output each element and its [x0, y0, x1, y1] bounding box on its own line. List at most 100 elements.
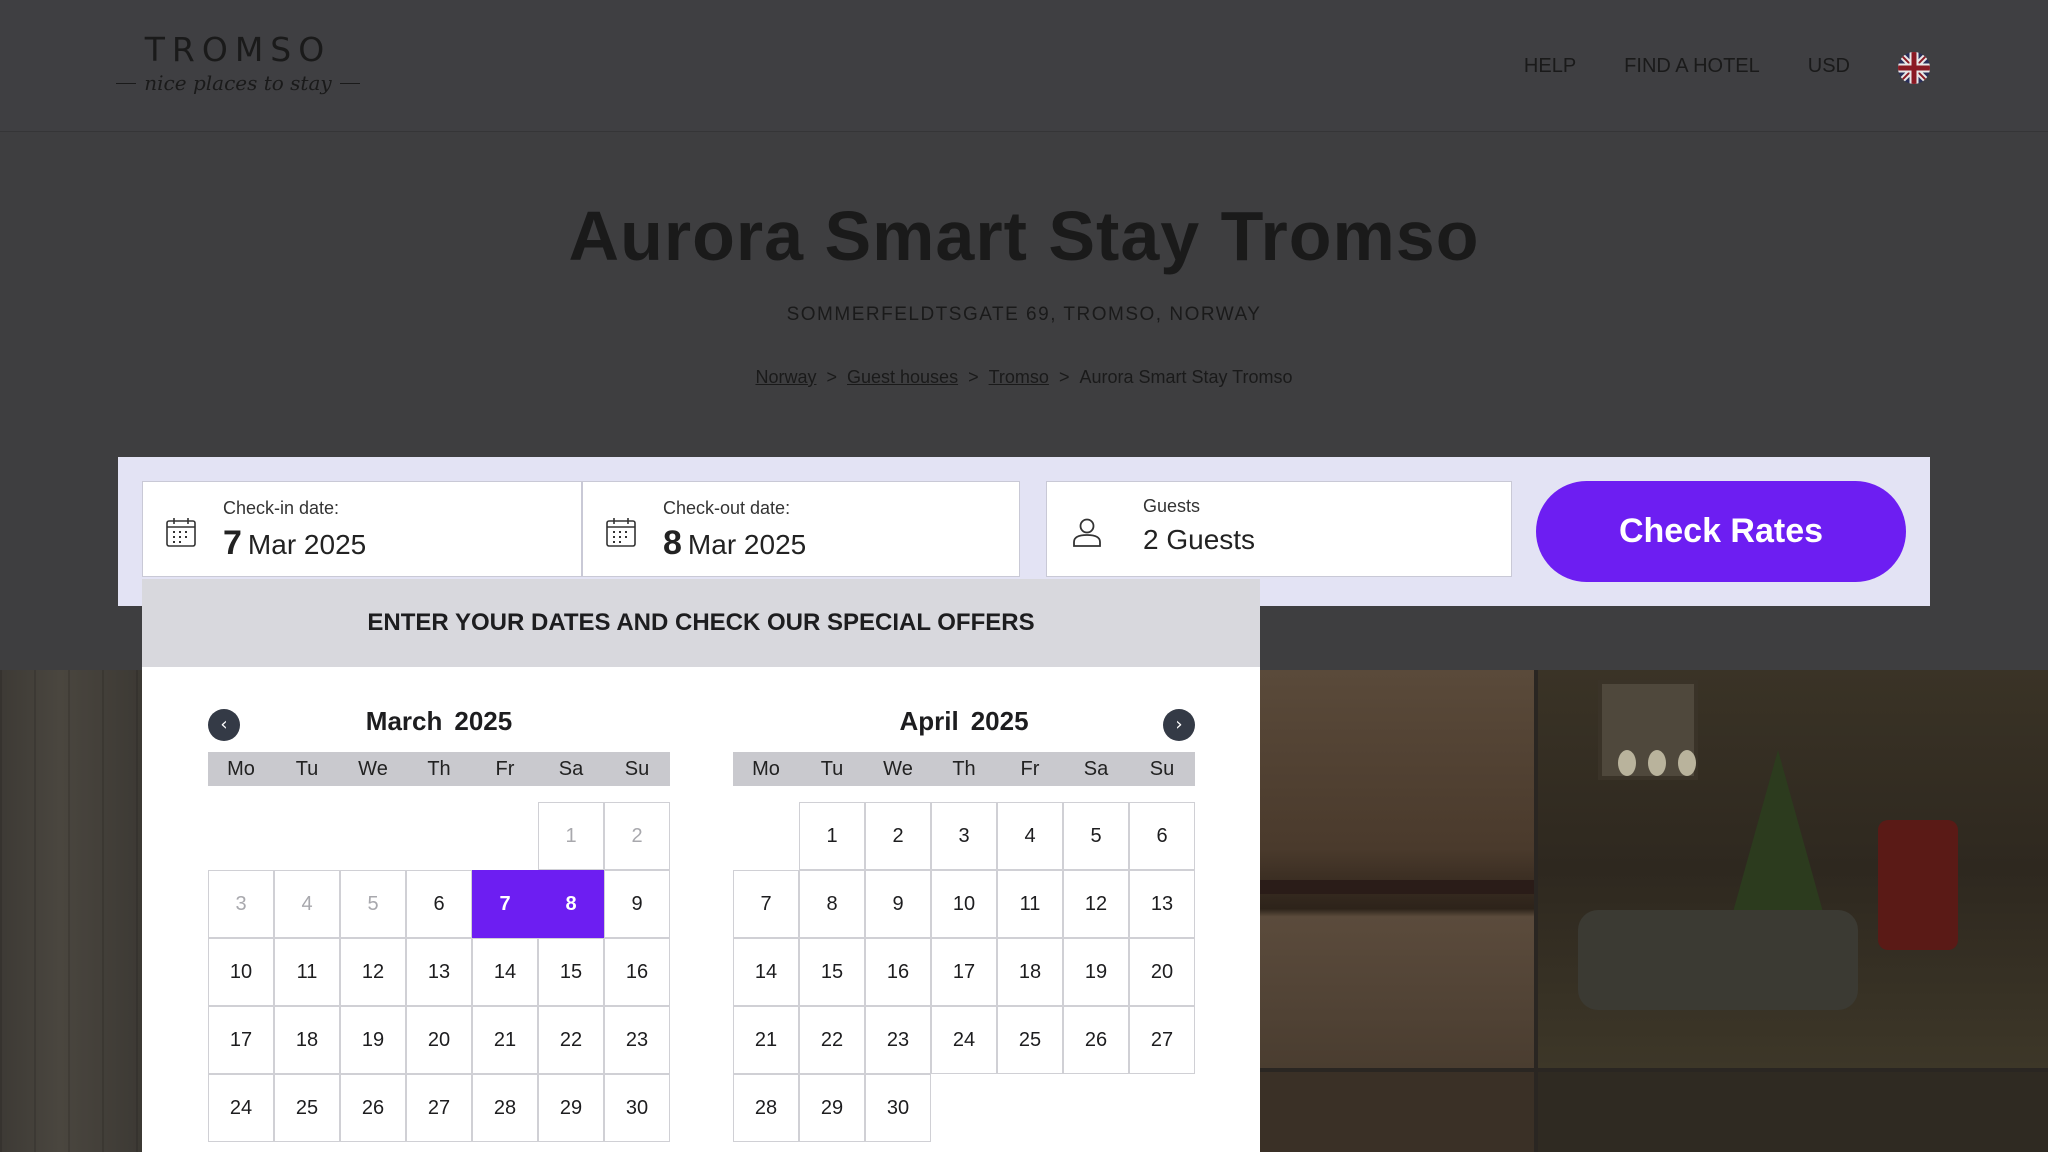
calendar-day[interactable]: 28 — [733, 1074, 799, 1142]
calendar-day[interactable]: 14 — [472, 938, 538, 1006]
site-logo[interactable]: TROMSO nice places to stay — [116, 30, 360, 95]
calendar-day[interactable]: 13 — [406, 938, 472, 1006]
calendar-month-title: April 2025 › — [733, 699, 1195, 743]
ceiling-lamp — [1648, 750, 1666, 776]
weekday-label: Fr — [495, 758, 515, 780]
calendar-day[interactable]: 6 — [406, 870, 472, 938]
calendar-day[interactable]: 2 — [865, 802, 931, 870]
calendar-day[interactable]: 10 — [931, 870, 997, 938]
calendar-day[interactable]: 29 — [538, 1074, 604, 1142]
calendar-day[interactable]: 6 — [1129, 802, 1195, 870]
previous-month-button[interactable]: ‹ — [208, 709, 240, 741]
weekday-label: We — [358, 758, 388, 780]
breadcrumb: Norway > Guest houses > Tromso > Aurora Smart … — [0, 367, 2048, 388]
calendar-day[interactable]: 11 — [274, 938, 340, 1006]
calendar-day: 3 — [208, 870, 274, 938]
calendar-day[interactable]: 24 — [208, 1074, 274, 1142]
check-rates-button[interactable]: Check Rates — [1536, 481, 1906, 582]
checkout-month-year: Mar 2025 — [687, 529, 807, 560]
calendar-day[interactable]: 22 — [799, 1006, 865, 1074]
weekday-label: Mo — [752, 758, 780, 780]
guests-field[interactable]: Guests 2 Guests — [1046, 481, 1512, 577]
weekday-label: Su — [1149, 758, 1175, 780]
calendar-day[interactable]: 11 — [997, 870, 1063, 938]
calendar-day[interactable]: 25 — [997, 1006, 1063, 1074]
calendar-day[interactable]: 7 — [733, 870, 799, 938]
calendar-day[interactable]: 1 — [799, 802, 865, 870]
calendar-day[interactable]: 7 — [472, 870, 538, 938]
checkin-date-field[interactable]: Check-in date: 7 Mar 2025 — [142, 481, 582, 577]
calendar-day[interactable]: 27 — [1129, 1006, 1195, 1074]
gallery-photo-kitchen[interactable] — [1260, 670, 1534, 1068]
calendar-day[interactable]: 10 — [208, 938, 274, 1006]
kitchen-counter — [1260, 880, 1534, 894]
calendar-day[interactable]: 21 — [472, 1006, 538, 1074]
calendar-day[interactable]: 15 — [799, 938, 865, 1006]
calendar-day[interactable]: 30 — [865, 1074, 931, 1142]
calendar-day[interactable]: 25 — [274, 1074, 340, 1142]
month-name: March — [365, 706, 443, 736]
calendar-day[interactable]: 12 — [340, 938, 406, 1006]
calendar-day[interactable]: 19 — [340, 1006, 406, 1074]
checkout-date-field[interactable]: Check-out date: 8 Mar 2025 — [582, 481, 1020, 577]
calendar-day[interactable]: 17 — [931, 938, 997, 1006]
calendar-day[interactable]: 21 — [733, 1006, 799, 1074]
calendar-day[interactable]: 13 — [1129, 870, 1195, 938]
calendar-day[interactable]: 9 — [865, 870, 931, 938]
checkin-day: 7 — [223, 524, 242, 562]
calendar-day[interactable]: 5 — [1063, 802, 1129, 870]
nav-find-hotel-link[interactable]: FIND A HOTEL — [1624, 55, 1760, 78]
calendar-day[interactable]: 18 — [274, 1006, 340, 1074]
calendar-day[interactable]: 16 — [604, 938, 670, 1006]
calendar-day[interactable]: 8 — [799, 870, 865, 938]
calendar-day[interactable]: 18 — [997, 938, 1063, 1006]
checkout-value: 8 Mar 2025 — [663, 524, 806, 563]
gallery-photo-living-room[interactable] — [1538, 670, 2048, 1068]
calendar-day: 5 — [340, 870, 406, 938]
calendar-day[interactable]: 3 — [931, 802, 997, 870]
gallery-photo-main[interactable] — [0, 670, 150, 1152]
gallery-photo-bedroom[interactable] — [1260, 1072, 1534, 1152]
calendar-day[interactable]: 29 — [799, 1074, 865, 1142]
calendar-day[interactable]: 28 — [472, 1074, 538, 1142]
calendar-day[interactable]: 26 — [340, 1074, 406, 1142]
calendar-day[interactable]: 16 — [865, 938, 931, 1006]
calendar-day[interactable]: 20 — [1129, 938, 1195, 1006]
weekday-label: Mo — [227, 758, 255, 780]
calendar-day[interactable]: 23 — [865, 1006, 931, 1074]
checkout-day: 8 — [663, 524, 682, 562]
calendar-day[interactable]: 4 — [997, 802, 1063, 870]
calendar-day[interactable]: 23 — [604, 1006, 670, 1074]
checkin-value: 7 Mar 2025 — [223, 524, 366, 563]
uk-flag-icon[interactable] — [1898, 52, 1930, 84]
currency-selector[interactable]: USD — [1808, 55, 1850, 78]
calendar-day[interactable]: 12 — [1063, 870, 1129, 938]
calendar-day[interactable]: 8 — [538, 870, 604, 938]
guests-label: Guests — [1143, 496, 1201, 516]
calendar-month-right: April 2025 › Mo Tu We Th Fr Sa Su 1234567… — [733, 699, 1195, 1142]
calendar-day[interactable]: 30 — [604, 1074, 670, 1142]
weekday-label: Su — [624, 758, 650, 780]
nav-help-link[interactable]: HELP — [1524, 55, 1576, 78]
calendar-day[interactable]: 14 — [733, 938, 799, 1006]
calendar-day[interactable]: 27 — [406, 1074, 472, 1142]
calendar-day[interactable]: 19 — [1063, 938, 1129, 1006]
breadcrumb-norway[interactable]: Norway — [755, 367, 816, 387]
logo-tagline: nice places to stay — [116, 71, 360, 95]
checkin-month-year: Mar 2025 — [247, 529, 367, 560]
calendar-day[interactable]: 22 — [538, 1006, 604, 1074]
calendar-day[interactable]: 9 — [604, 870, 670, 938]
calendar-day[interactable]: 26 — [1063, 1006, 1129, 1074]
calendar-day[interactable]: 24 — [931, 1006, 997, 1074]
breadcrumb-separator: > — [1058, 367, 1070, 387]
breadcrumb-guest-houses[interactable]: Guest houses — [847, 367, 958, 387]
gallery-photo-room[interactable] — [1538, 1072, 2048, 1152]
breadcrumb-tromso[interactable]: Tromso — [989, 367, 1049, 387]
calendar-day[interactable]: 15 — [538, 938, 604, 1006]
calendar-day[interactable]: 20 — [406, 1006, 472, 1074]
calendar-day[interactable]: 17 — [208, 1006, 274, 1074]
ceiling-lamp — [1618, 750, 1636, 776]
weekday-label: We — [883, 758, 913, 780]
next-month-button[interactable]: › — [1163, 709, 1195, 741]
red-armchair — [1878, 820, 1958, 950]
